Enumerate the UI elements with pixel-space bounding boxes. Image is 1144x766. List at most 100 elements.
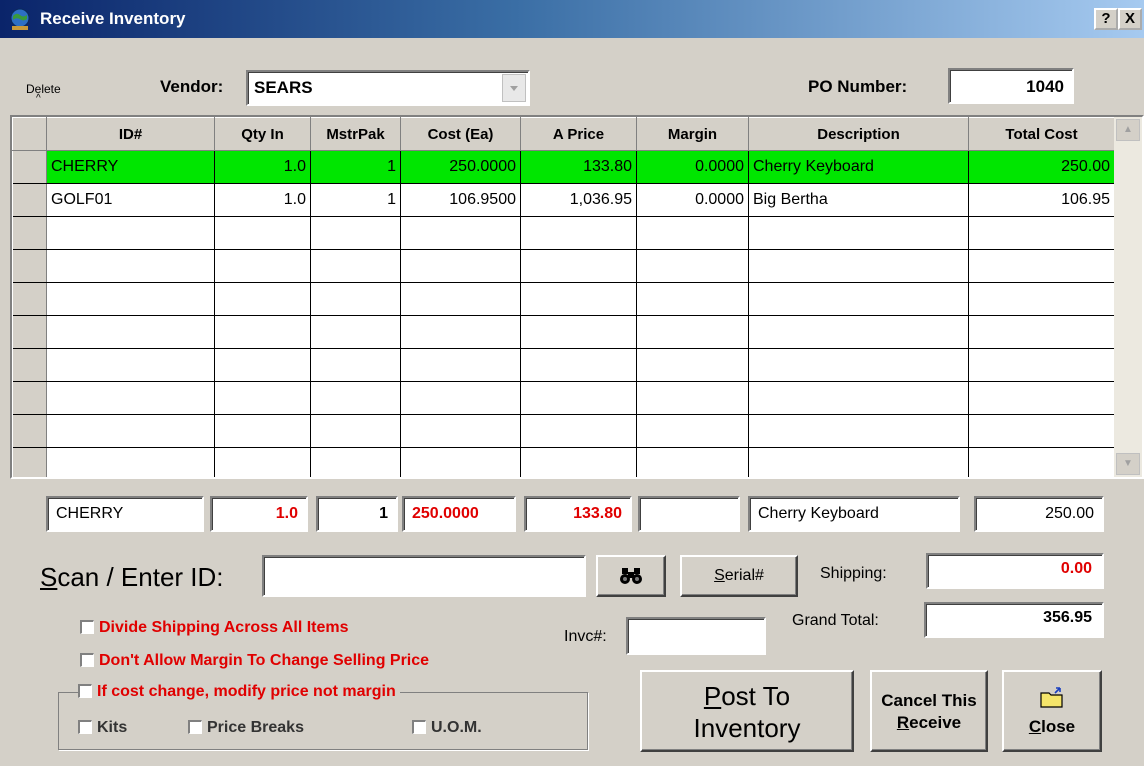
table-row[interactable]: GOLF01 1.0 1 106.9500 1,036.95 0.0000 Big Bert… xyxy=(12,183,1115,217)
cell-total[interactable] xyxy=(968,249,1115,283)
col-header-cost[interactable]: Cost (Ea) xyxy=(400,117,521,151)
cell-margin[interactable]: 0.0000 xyxy=(636,150,749,184)
cell-aprice[interactable] xyxy=(520,348,637,382)
cell-margin[interactable]: 0.0000 xyxy=(636,183,749,217)
col-header-id[interactable]: ID# xyxy=(46,117,215,151)
cell-aprice[interactable]: 133.80 xyxy=(520,150,637,184)
row-selector[interactable] xyxy=(12,282,47,316)
cell-qty[interactable] xyxy=(214,381,311,415)
row-selector[interactable] xyxy=(12,183,47,217)
cell-id[interactable] xyxy=(46,348,215,382)
cell-aprice[interactable] xyxy=(520,381,637,415)
cell-cost[interactable] xyxy=(400,381,521,415)
col-header-total-cost[interactable]: Total Cost xyxy=(968,117,1115,151)
serial-button[interactable]: Serial# xyxy=(680,555,798,597)
cell-cost[interactable] xyxy=(400,315,521,349)
entry-total-field[interactable]: 250.00 xyxy=(974,496,1104,532)
cell-mstrpak[interactable] xyxy=(310,216,401,250)
cell-id[interactable]: CHERRY xyxy=(46,150,215,184)
cell-aprice[interactable] xyxy=(520,315,637,349)
shipping-field[interactable]: 0.00 xyxy=(926,553,1104,589)
close-button[interactable]: Close xyxy=(1002,670,1102,752)
scan-input[interactable] xyxy=(262,555,586,597)
help-button[interactable]: ? xyxy=(1094,8,1118,30)
cell-mstrpak[interactable] xyxy=(310,414,401,448)
cell-description[interactable]: Big Bertha xyxy=(748,183,969,217)
cell-aprice[interactable]: 1,036.95 xyxy=(520,183,637,217)
cell-qty[interactable] xyxy=(214,447,311,477)
col-header-mstrpak[interactable]: MstrPak xyxy=(310,117,401,151)
cell-cost[interactable] xyxy=(400,348,521,382)
row-selector[interactable] xyxy=(12,216,47,250)
cell-cost[interactable] xyxy=(400,249,521,283)
cell-total[interactable] xyxy=(968,414,1115,448)
row-selector[interactable] xyxy=(12,348,47,382)
divide-shipping-box[interactable] xyxy=(80,620,94,634)
price-breaks-box[interactable] xyxy=(188,720,202,734)
cell-total[interactable]: 106.95 xyxy=(968,183,1115,217)
cell-cost[interactable] xyxy=(400,414,521,448)
cell-description[interactable] xyxy=(748,348,969,382)
cell-id[interactable] xyxy=(46,216,215,250)
cell-id[interactable] xyxy=(46,249,215,283)
invoice-input[interactable] xyxy=(626,617,766,655)
post-to-inventory-button[interactable]: Post To Inventory xyxy=(640,670,854,752)
uom-box[interactable] xyxy=(412,720,426,734)
cell-total[interactable] xyxy=(968,315,1115,349)
cell-id[interactable] xyxy=(46,414,215,448)
cell-id[interactable] xyxy=(46,381,215,415)
cell-description[interactable] xyxy=(748,216,969,250)
uom-checkbox[interactable]: U.O.M. xyxy=(412,719,482,737)
cost-change-checkbox[interactable]: If cost change, modify price not margin xyxy=(78,683,400,701)
row-selector[interactable] xyxy=(12,381,47,415)
cell-description[interactable] xyxy=(748,282,969,316)
row-selector[interactable] xyxy=(12,447,47,477)
cell-margin[interactable] xyxy=(636,414,749,448)
cell-description[interactable] xyxy=(748,414,969,448)
entry-description-field[interactable]: Cherry Keyboard xyxy=(748,496,960,532)
row-selector[interactable] xyxy=(12,150,47,184)
cell-description[interactable] xyxy=(748,249,969,283)
cell-aprice[interactable] xyxy=(520,447,637,477)
cell-margin[interactable] xyxy=(636,249,749,283)
cell-qty[interactable] xyxy=(214,216,311,250)
cell-description[interactable] xyxy=(748,381,969,415)
col-header-margin[interactable]: Margin xyxy=(636,117,749,151)
entry-cost-field[interactable]: 250.0000 xyxy=(402,496,516,532)
scroll-down-icon[interactable]: ▼ xyxy=(1116,453,1140,475)
close-window-button[interactable]: X xyxy=(1118,8,1142,30)
delete-label[interactable]: Delete xyxy=(26,82,61,96)
entry-aprice-field[interactable]: 133.80 xyxy=(524,496,632,532)
cell-total[interactable]: 250.00 xyxy=(968,150,1115,184)
col-header-description[interactable]: Description xyxy=(748,117,969,151)
cell-id[interactable] xyxy=(46,315,215,349)
table-row[interactable] xyxy=(12,414,1115,448)
no-margin-change-box[interactable] xyxy=(80,653,94,667)
cell-qty[interactable] xyxy=(214,414,311,448)
cell-margin[interactable] xyxy=(636,381,749,415)
cell-mstrpak[interactable] xyxy=(310,282,401,316)
cost-change-box[interactable] xyxy=(78,684,92,698)
cell-cost[interactable]: 106.9500 xyxy=(400,183,521,217)
table-row[interactable] xyxy=(12,381,1115,415)
cell-aprice[interactable] xyxy=(520,414,637,448)
cell-aprice[interactable] xyxy=(520,249,637,283)
cell-total[interactable] xyxy=(968,447,1115,477)
cancel-receive-button[interactable]: Cancel This Receive xyxy=(870,670,988,752)
cell-description[interactable]: Cherry Keyboard xyxy=(748,150,969,184)
po-number-field[interactable]: 1040 xyxy=(948,68,1074,104)
table-row[interactable] xyxy=(12,282,1115,316)
items-grid[interactable]: ID# Qty In MstrPak Cost (Ea) A Price Mar… xyxy=(10,115,1144,479)
cell-margin[interactable] xyxy=(636,282,749,316)
cell-qty[interactable] xyxy=(214,348,311,382)
cell-qty[interactable] xyxy=(214,282,311,316)
kits-box[interactable] xyxy=(78,720,92,734)
divide-shipping-checkbox[interactable]: Divide Shipping Across All Items xyxy=(80,619,349,637)
scroll-up-icon[interactable]: ▲ xyxy=(1116,119,1140,141)
col-header-aprice[interactable]: A Price xyxy=(520,117,637,151)
cell-qty[interactable]: 1.0 xyxy=(214,150,311,184)
no-margin-change-checkbox[interactable]: Don't Allow Margin To Change Selling Pri… xyxy=(80,652,429,670)
table-row[interactable]: CHERRY 1.0 1 250.0000 133.80 0.0000 Cherry Key… xyxy=(12,150,1115,184)
cell-qty[interactable] xyxy=(214,249,311,283)
entry-mstrpak-field[interactable]: 1 xyxy=(316,496,398,532)
